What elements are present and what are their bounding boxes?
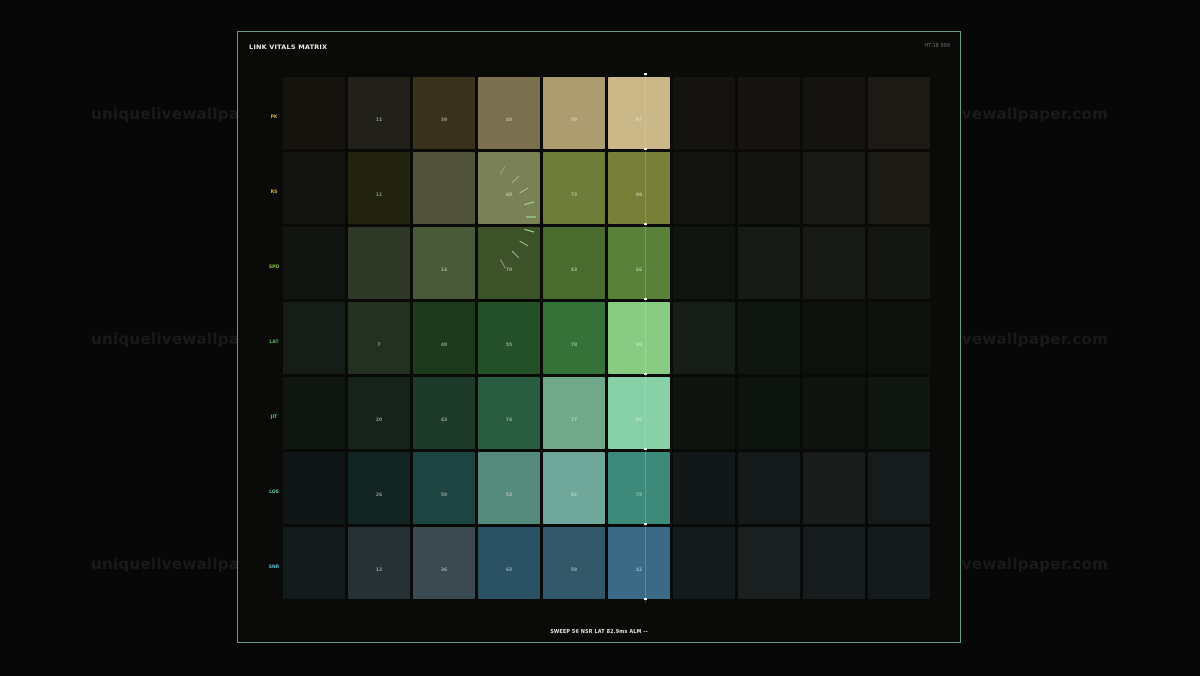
gauge-needle [519,187,529,194]
gauge-needle [500,259,506,269]
gauge-needle [519,240,529,247]
matrix-panel: LINK VITALS MATRIX HT-18 999 PK RS SPD LAT J… [237,31,961,643]
status-readout: SWEEP 56 NSR LAT 82.9ms ALM -- [550,630,648,635]
needle-gauge [500,165,536,269]
gauge-needle [524,228,535,233]
gauge-needle [524,201,535,206]
gauge-needle [500,165,506,175]
gauge-needle [511,250,520,259]
gauge-needle [511,175,520,184]
